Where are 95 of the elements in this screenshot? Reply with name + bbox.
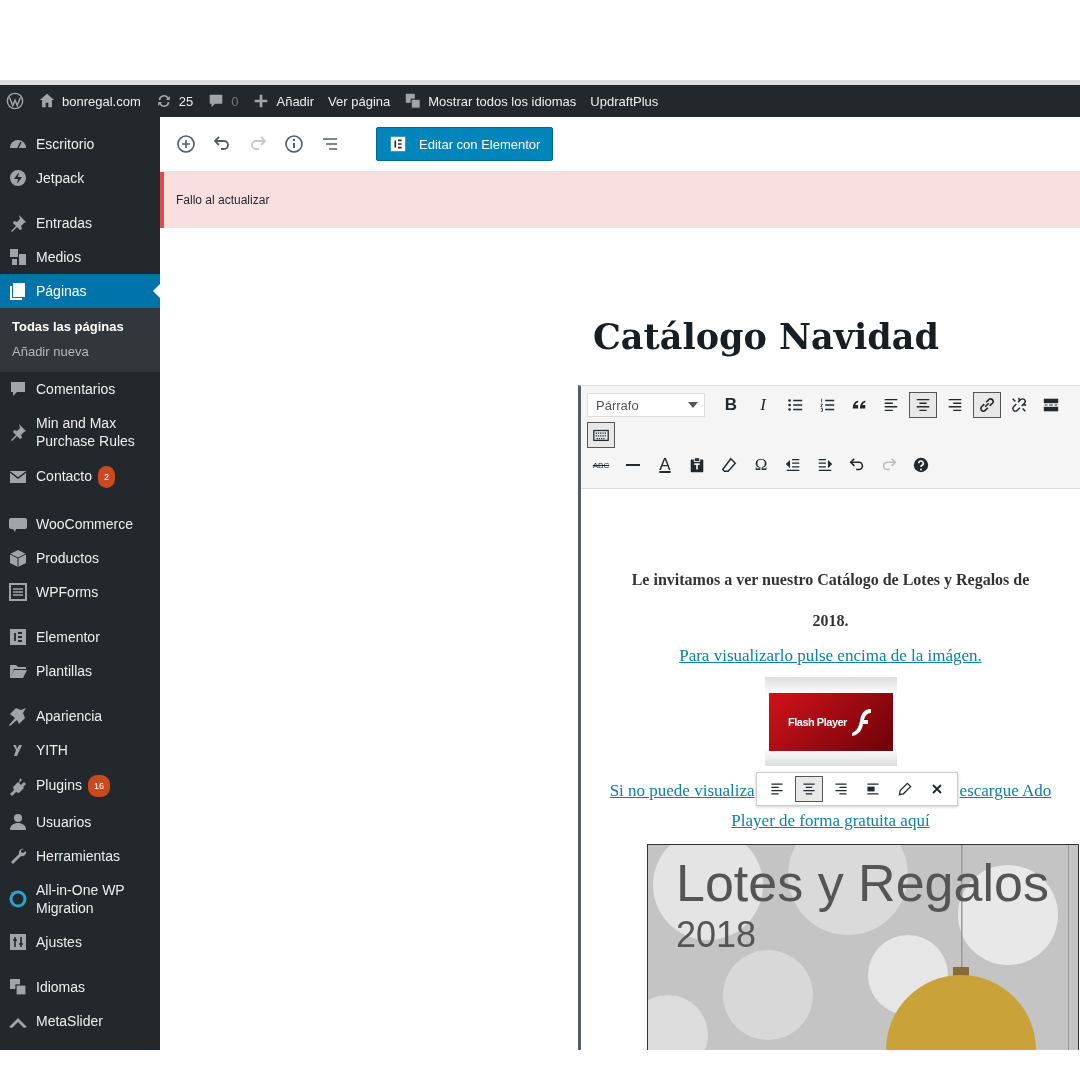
keyboard-button[interactable] <box>587 422 615 448</box>
sidebar-item[interactable]: YITH <box>0 733 160 767</box>
page-title[interactable]: Catálogo Navidad <box>593 313 1080 361</box>
help-icon <box>912 456 930 474</box>
bullet-list-icon <box>786 396 804 414</box>
sidebar-item[interactable]: MetaSlider <box>0 1004 160 1038</box>
banner-year: 2018 <box>675 913 758 957</box>
align-center-icon <box>801 781 818 797</box>
sidebar-item[interactable]: Herramientas <box>0 839 160 873</box>
editor-button[interactable]: A <box>651 452 679 478</box>
translate-icon <box>8 977 28 997</box>
align-left-icon <box>769 781 786 797</box>
align-right-icon <box>946 396 964 414</box>
align-none-icon <box>865 781 882 797</box>
outdent-icon <box>784 456 802 474</box>
sidebar-item[interactable]: Páginas <box>0 274 160 308</box>
flash-player-logo[interactable]: Flash Player <box>764 677 897 766</box>
sidebar-item[interactable]: Entradas <box>0 206 160 240</box>
editor-button[interactable]: ABC <box>587 452 615 478</box>
elementor-icon <box>8 627 28 647</box>
format-select[interactable]: Párrafo <box>587 393 705 417</box>
box-icon <box>8 548 28 568</box>
add-icon <box>176 134 196 154</box>
download-link[interactable]: Player de forma gratuita aquí <box>731 811 930 830</box>
sidebar-item[interactable]: Ajustes <box>0 925 160 959</box>
catalog-link[interactable]: Para visualizarlo pulse encima de la imágen. <box>679 646 982 665</box>
admin-bar-item[interactable]: Mostrar todos los idiomas <box>404 92 577 110</box>
horizontal-line-icon <box>626 464 640 466</box>
home-icon <box>38 92 56 110</box>
sidebar-item[interactable]: Usuarios <box>0 805 160 839</box>
read-more-icon <box>1042 396 1060 414</box>
media-icon <box>8 247 28 267</box>
sidebar-item[interactable]: Productos <box>0 541 160 575</box>
count-badge: 16 <box>87 775 110 797</box>
admin-bar-item[interactable]: Ver página <box>328 93 391 109</box>
sidebar-item[interactable]: Idiomas <box>0 970 160 1004</box>
sidebar-item[interactable]: Contacto 2 <box>0 458 160 496</box>
add-button[interactable] <box>176 134 196 154</box>
year-text: 2018. <box>811 611 850 631</box>
banner-heading: Lotes y Regalos <box>675 853 1050 913</box>
translate-icon <box>404 92 423 110</box>
brush-icon <box>8 706 28 726</box>
pages-icon <box>8 281 28 301</box>
submenu-item[interactable]: Todas las páginas <box>0 314 160 339</box>
sidebar-item[interactable]: Plugins 16 <box>0 767 160 805</box>
speech-bubble-icon <box>8 379 28 399</box>
info-button[interactable] <box>284 134 304 154</box>
sidebar-item[interactable]: Plantillas <box>0 654 160 688</box>
sidebar-item[interactable]: Min and Max Purchase Rules <box>0 406 160 458</box>
catalog-banner[interactable]: Lotes y Regalos 2018 <box>647 844 1079 1050</box>
sidebar-item[interactable]: All-in-One WP Migration <box>0 873 160 925</box>
admin-bar-item[interactable] <box>6 92 24 110</box>
sliders-icon <box>8 932 28 952</box>
user-icon <box>8 812 28 832</box>
edit-icon <box>897 781 914 797</box>
link-icon <box>978 396 996 414</box>
admin-bar-item[interactable]: 25 <box>154 92 194 110</box>
align-center-button[interactable] <box>909 392 937 418</box>
info-icon <box>284 134 304 154</box>
sidebar-item[interactable]: Apariencia <box>0 699 160 733</box>
download-link[interactable]: escargue Ado <box>959 776 1052 806</box>
link-button[interactable] <box>973 392 1001 418</box>
sidebar-item[interactable]: Escritorio <box>0 127 160 161</box>
align-right-icon <box>833 781 850 797</box>
sidebar-item[interactable]: Comentarios <box>0 372 160 406</box>
bolt-icon <box>8 168 28 188</box>
sidebar-item[interactable]: Elementor <box>0 620 160 654</box>
admin-bar-item[interactable]: UpdraftPlus <box>590 93 659 109</box>
eraser-icon <box>720 456 738 474</box>
editor-button[interactable]: I <box>749 392 777 418</box>
sidebar-item[interactable]: WPForms <box>0 575 160 609</box>
sidebar-item[interactable]: WooCommerce <box>0 507 160 541</box>
paste-text-icon <box>688 456 706 474</box>
indent-icon <box>816 456 834 474</box>
align-left-icon <box>882 396 900 414</box>
editor-button[interactable]: Ω <box>747 452 775 478</box>
sidebar-item[interactable]: Medios <box>0 240 160 274</box>
elementor-icon <box>389 135 407 153</box>
wordpress-logo-icon <box>6 92 24 110</box>
align-center-icon <box>914 396 932 414</box>
count-badge: 2 <box>98 466 116 488</box>
notice-text: Fallo al actualizar <box>176 193 270 207</box>
plug-icon <box>8 776 28 796</box>
editor-button[interactable]: B <box>717 392 745 418</box>
download-link[interactable]: Si no puede visualiza <box>609 776 755 806</box>
admin-bar-item[interactable]: Añadir <box>252 92 315 110</box>
align-center-button[interactable] <box>795 776 824 802</box>
numbered-list-icon <box>818 396 836 414</box>
edit-with-elementor-button[interactable]: Editar con Elementor <box>376 127 554 161</box>
admin-bar-item[interactable]: bonregal.com <box>38 92 141 110</box>
sidebar-item[interactable]: Jetpack <box>0 161 160 195</box>
unlink-icon <box>1010 396 1028 414</box>
submenu-item[interactable]: Añadir nueva <box>0 339 160 364</box>
form-icon <box>8 582 28 602</box>
intro-text: Le invitamos a ver nuestro Catálogo de Lotes y Regalos de <box>630 570 1031 591</box>
